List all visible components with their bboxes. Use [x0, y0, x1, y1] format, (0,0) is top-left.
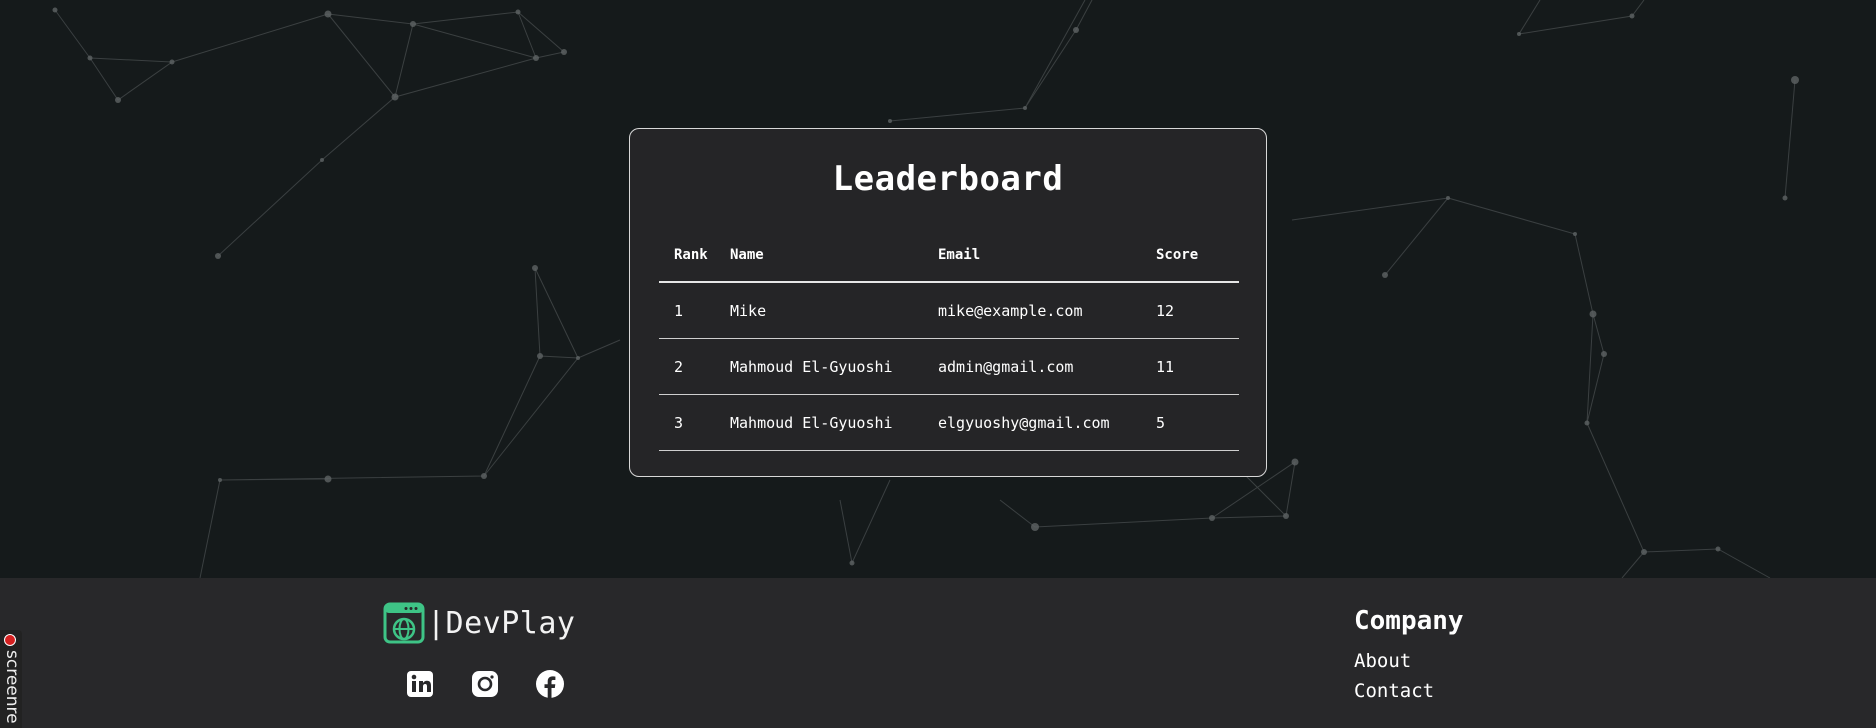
column-header-name: Name [730, 247, 764, 263]
cell-score: 11 [1156, 357, 1175, 376]
leaderboard-title: Leaderboard [832, 159, 1064, 199]
record-icon [4, 634, 16, 646]
table-header-row: Rank Name Email Score [659, 229, 1239, 283]
browser-globe-icon [383, 602, 425, 644]
cell-email: mike@example.com [938, 301, 1083, 320]
contact-link[interactable]: Contact [1354, 676, 1464, 706]
table-row: 3 Mahmoud El-Gyuoshi elgyuoshy@gmail.com… [659, 395, 1239, 451]
cell-name: Mahmoud El-Gyuoshi [730, 357, 893, 376]
cell-rank: 1 [674, 301, 684, 320]
site-footer: |DevPlay Company About Contact [0, 578, 1876, 728]
cell-score: 5 [1156, 413, 1166, 432]
cell-rank: 2 [674, 357, 684, 376]
column-header-score: Score [1156, 247, 1199, 263]
cell-email: admin@gmail.com [938, 357, 1074, 376]
cell-email: elgyuoshy@gmail.com [938, 413, 1110, 432]
brand-name: |DevPlay [427, 605, 576, 641]
leaderboard-card: Leaderboard Rank Name Email Score 1 Mike… [629, 128, 1267, 477]
company-heading: Company [1354, 606, 1464, 636]
social-links [402, 666, 567, 701]
table-row: 2 Mahmoud El-Gyuoshi admin@gmail.com 11 [659, 339, 1239, 395]
linkedin-icon[interactable] [402, 666, 437, 701]
cell-score: 12 [1156, 301, 1175, 320]
cell-rank: 3 [674, 413, 684, 432]
cell-name: Mahmoud El-Gyuoshi [730, 413, 893, 432]
company-section: Company About Contact [1354, 606, 1464, 706]
column-header-email: Email [938, 247, 981, 263]
facebook-icon[interactable] [532, 666, 567, 701]
instagram-icon[interactable] [467, 666, 502, 701]
about-link[interactable]: About [1354, 646, 1464, 676]
brand-logo[interactable]: |DevPlay [383, 602, 576, 644]
table-row: 1 Mike mike@example.com 12 [659, 283, 1239, 339]
leaderboard-table: Rank Name Email Score 1 Mike mike@exampl… [659, 229, 1239, 451]
cell-name: Mike [730, 301, 767, 320]
screen-recorder-widget[interactable]: screenre [0, 630, 22, 728]
column-header-rank: Rank [674, 247, 708, 263]
recorder-label: screenre [2, 650, 22, 724]
